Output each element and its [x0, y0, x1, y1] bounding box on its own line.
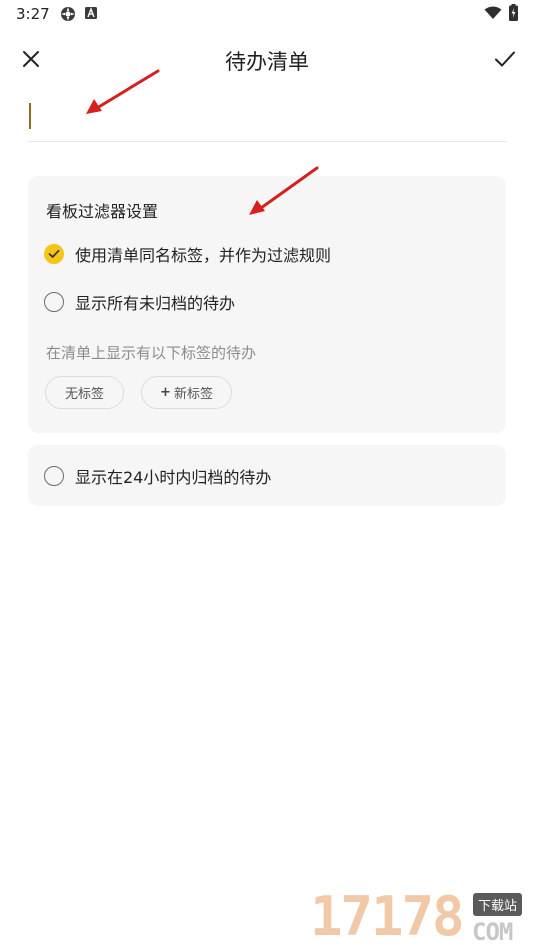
- option-show-archived-24h[interactable]: 显示在24小时内归档的待办: [44, 462, 271, 490]
- chip-label: 无标签: [64, 387, 104, 402]
- plus-icon: +: [160, 385, 171, 400]
- app-bar: 待办清单: [0, 36, 534, 82]
- battery-icon: [509, 4, 518, 21]
- option-label: 显示所有未归档的待办: [75, 294, 236, 313]
- radio-unchecked-icon[interactable]: [44, 292, 64, 312]
- text-caret: [29, 103, 31, 129]
- radio-checked-icon[interactable]: [44, 244, 64, 264]
- wifi-icon: [484, 6, 502, 19]
- chip-new-tag[interactable]: + 新标签: [141, 376, 232, 409]
- status-bar: 3:27: [0, 0, 534, 30]
- page-title: 待办清单: [225, 50, 309, 74]
- tag-hint-text: 在清单上显示有以下标签的待办: [46, 344, 257, 362]
- check-icon[interactable]: [490, 44, 520, 74]
- option-same-name-tag[interactable]: 使用清单同名标签，并作为过滤规则: [44, 240, 331, 268]
- status-time: 3:27: [16, 5, 50, 23]
- list-name-input[interactable]: [28, 96, 506, 142]
- chip-label: 新标签: [173, 387, 213, 402]
- watermark-tag: 下载站: [473, 893, 523, 916]
- option-label: 使用清单同名标签，并作为过滤规则: [75, 246, 332, 265]
- option-label: 显示在24小时内归档的待办: [75, 468, 272, 487]
- card-title: 看板过滤器设置: [46, 202, 159, 221]
- watermark-domain: COM: [472, 918, 513, 946]
- chip-no-tag[interactable]: 无标签: [45, 376, 124, 409]
- watermark-digits: 17178: [310, 885, 465, 948]
- archive-option-card: 显示在24小时内归档的待办: [28, 445, 506, 506]
- site-watermark: 17178 下载站 COM: [310, 878, 534, 950]
- font-a-icon: [85, 7, 97, 19]
- radio-unchecked-icon[interactable]: [44, 466, 64, 486]
- option-show-unarchived[interactable]: 显示所有未归档的待办: [44, 288, 235, 316]
- board-filter-card: 看板过滤器设置 使用清单同名标签，并作为过滤规则 显示所有未归档的待办 在清单上…: [28, 176, 506, 433]
- gear-icon: [61, 7, 75, 21]
